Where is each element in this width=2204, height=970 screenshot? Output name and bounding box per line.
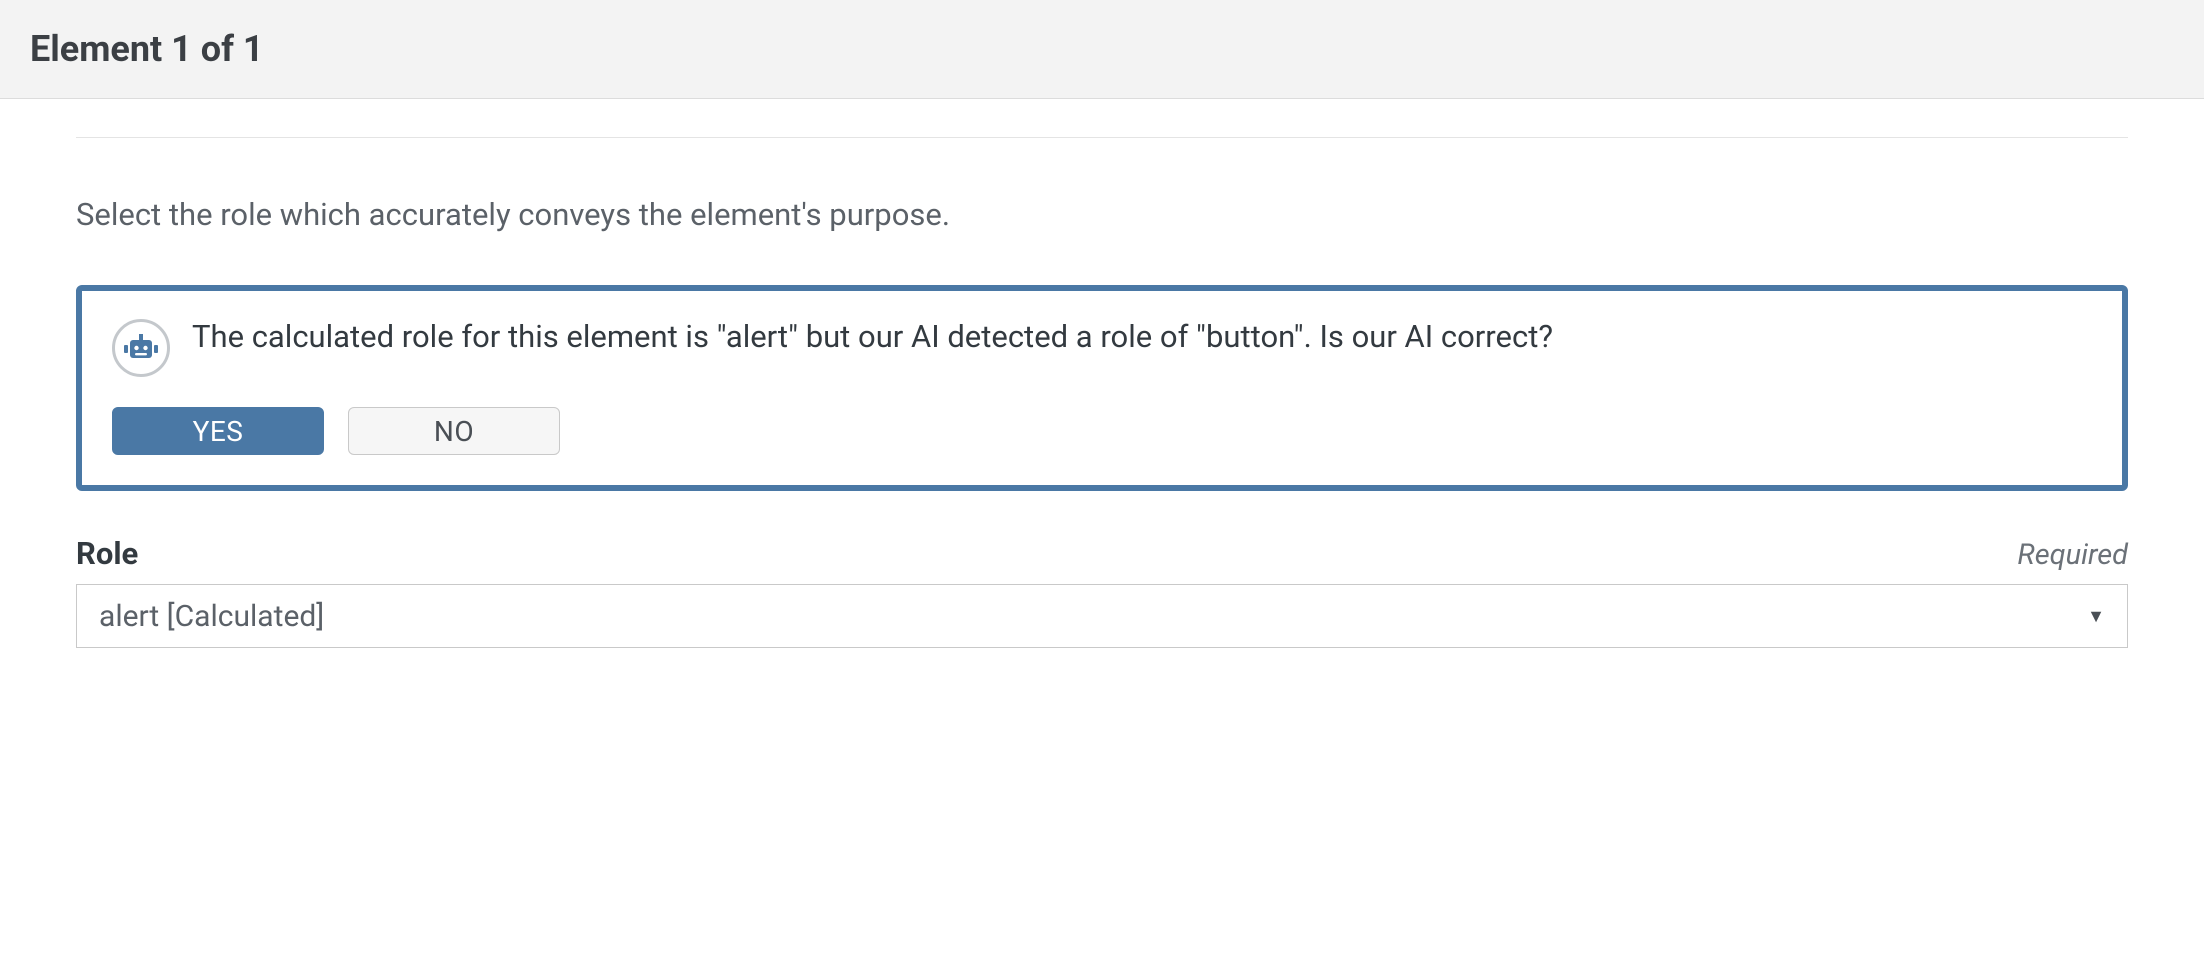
- role-select[interactable]: alert [Calculated] ▼: [76, 584, 2128, 648]
- required-label: Required: [2017, 538, 2128, 572]
- ai-message-row: The calculated role for this element is …: [112, 317, 2092, 377]
- divider: [76, 137, 2128, 138]
- role-label-row: Role Required: [76, 535, 2128, 572]
- chevron-down-icon: ▼: [2087, 606, 2105, 627]
- instruction-text: Select the role which accurately conveys…: [76, 196, 2128, 233]
- content-area: Select the role which accurately conveys…: [0, 137, 2204, 648]
- ai-button-row: YES NO: [112, 407, 2092, 455]
- no-button[interactable]: NO: [348, 407, 560, 455]
- role-select-value: alert [Calculated]: [99, 599, 324, 634]
- ai-suggestion-box: The calculated role for this element is …: [76, 285, 2128, 491]
- page-header: Element 1 of 1: [0, 0, 2204, 99]
- yes-button[interactable]: YES: [112, 407, 324, 455]
- page-title: Element 1 of 1: [30, 28, 2174, 70]
- role-label: Role: [76, 535, 138, 572]
- robot-icon: [112, 319, 170, 377]
- ai-message-text: The calculated role for this element is …: [192, 317, 1553, 357]
